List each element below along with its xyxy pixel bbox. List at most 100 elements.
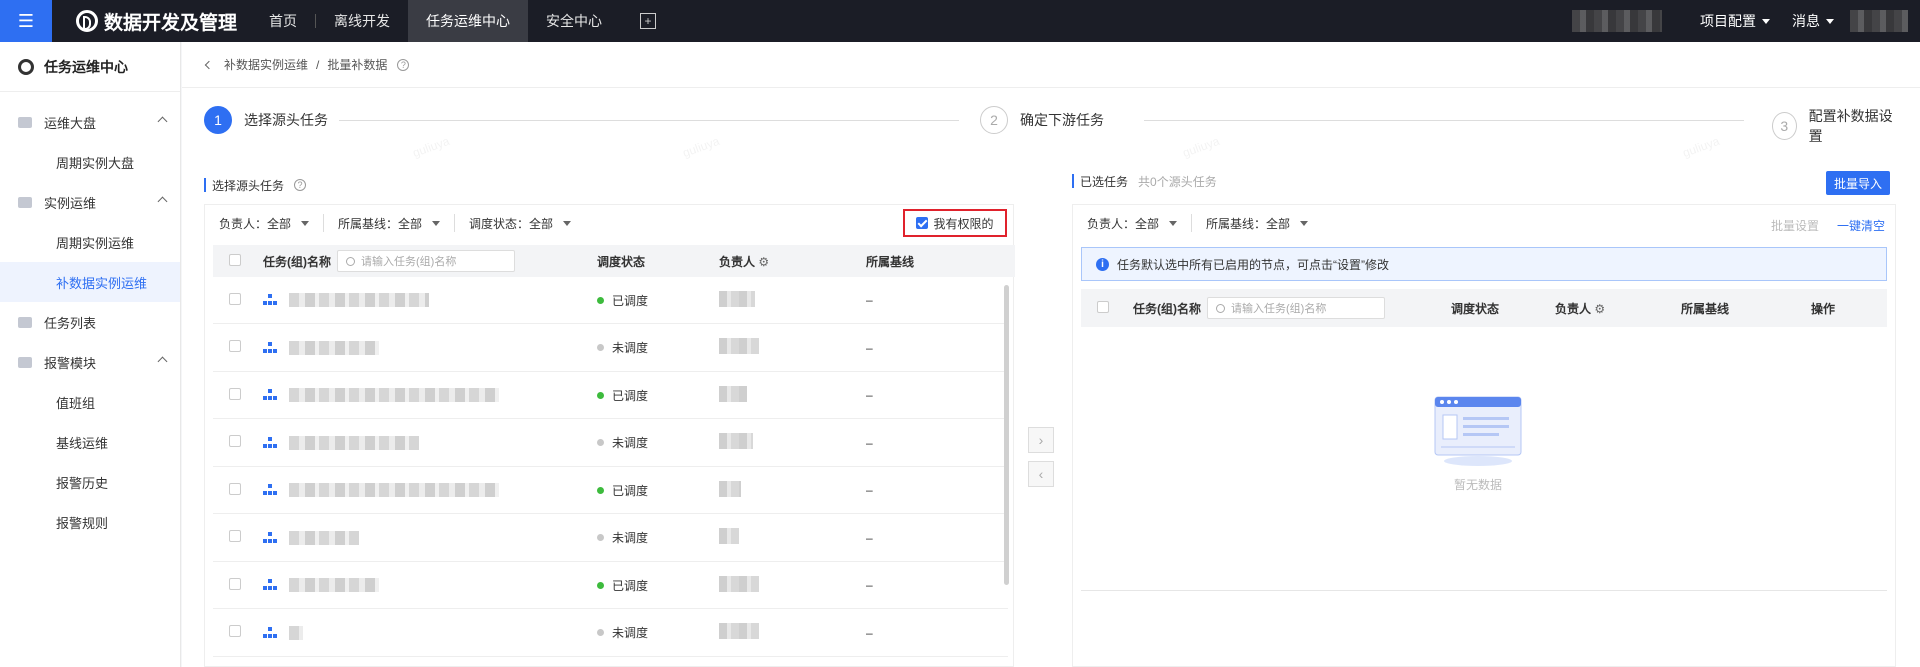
batch-settings-button[interactable]: 批量设置 xyxy=(1771,217,1819,234)
clear-all-button[interactable]: 一键清空 xyxy=(1837,217,1885,234)
sidebar-group-ops-dashboard[interactable]: 运维大盘 xyxy=(0,102,180,142)
top-nav: 首页 离线开发 任务运维中心 安全中心 + xyxy=(251,0,657,42)
nav-home[interactable]: 首页 xyxy=(251,0,315,42)
permission-label: 我有权限的 xyxy=(933,216,994,231)
sidebar-item-cycle-instance-dashboard[interactable]: 周期实例大盘 xyxy=(0,142,180,182)
avatar[interactable] xyxy=(1850,10,1908,32)
blurred-owner xyxy=(719,385,747,402)
row-checkbox[interactable] xyxy=(229,482,241,495)
sidebar-item-alert-history[interactable]: 报警历史 xyxy=(0,462,180,502)
row-checkbox[interactable] xyxy=(229,625,241,637)
sidebar-item-baseline-ops[interactable]: 基线运维 xyxy=(0,422,180,462)
selected-search-input[interactable]: 请输入任务(组)名称 xyxy=(1207,297,1385,319)
step-number: 1 xyxy=(204,106,232,134)
back-arrow-icon[interactable] xyxy=(204,60,214,69)
list-icon xyxy=(18,316,32,328)
nav-offline-dev[interactable]: 离线开发 xyxy=(316,0,408,42)
select-all-checkbox[interactable] xyxy=(229,253,241,266)
blurred-owner xyxy=(719,338,759,354)
search-placeholder: 请输入任务(组)名称 xyxy=(1231,303,1327,315)
blurred-task-name xyxy=(289,530,359,545)
step-label: 选择源头任务 xyxy=(244,112,328,128)
row-checkbox-cell xyxy=(213,530,263,545)
name-header: 任务(组)名称 请输入任务(组)名称 xyxy=(263,250,597,272)
status-text: 已调度 xyxy=(612,483,649,498)
breadcrumb-parent[interactable]: 补数据实例运维 xyxy=(224,56,308,73)
row-checkbox-cell xyxy=(213,577,263,593)
messages-dropdown[interactable]: 消息 xyxy=(1792,11,1834,31)
help-icon[interactable]: ? xyxy=(397,58,410,71)
owner-filter[interactable]: 负责人：全部 xyxy=(1073,215,1191,232)
select-all-checkbox[interactable] xyxy=(1097,300,1109,313)
sidebar-item-backfill-instance-ops[interactable]: 补数据实例运维 xyxy=(0,262,180,302)
help-icon[interactable]: ? xyxy=(294,179,307,191)
sidebar-item-alert-rules[interactable]: 报警规则 xyxy=(0,502,180,542)
table-row[interactable]: 未调度 – xyxy=(213,420,1008,467)
settings-icon[interactable]: ⚙ xyxy=(758,255,769,269)
table-row[interactable]: 未调度 – xyxy=(213,515,1008,562)
add-tab-icon[interactable]: + xyxy=(640,13,657,29)
table-row[interactable]: 未调度 – xyxy=(213,325,1008,372)
scrollbar[interactable] xyxy=(1004,285,1009,585)
step-label: 配置补数据设置 xyxy=(1808,108,1893,144)
nav-task-ops-center[interactable]: 任务运维中心 xyxy=(408,0,529,42)
table-row[interactable]: 已调度 – xyxy=(213,467,1008,514)
sidebar-item-duty-group[interactable]: 值班组 xyxy=(0,382,180,422)
hamburger-icon[interactable]: ☰ xyxy=(0,0,52,42)
breadcrumb: 补数据实例运维 / 批量补数据 ? xyxy=(182,42,1920,88)
row-checkbox[interactable] xyxy=(229,292,241,305)
owner-filter[interactable]: 负责人：全部 xyxy=(205,215,323,232)
schedule-status-filter[interactable]: 调度状态：全部 xyxy=(455,215,585,232)
steps: 1 选择源头任务 2 确定下游任务 3 配置补数据设置 xyxy=(204,106,1894,144)
sidebar-group-task-list[interactable]: 任务列表 xyxy=(0,302,180,342)
blurred-task-name xyxy=(289,388,499,402)
row-checkbox[interactable] xyxy=(229,435,241,447)
batch-import-button[interactable]: 批量导入 xyxy=(1826,171,1890,195)
filter-label: 所属基线：全部 xyxy=(338,216,423,231)
table-row[interactable]: 已调度 – xyxy=(213,562,1008,609)
project-config-dropdown[interactable]: 项目配置 xyxy=(1700,11,1770,31)
settings-icon[interactable]: ⚙ xyxy=(1594,302,1605,316)
owner-header: 负责人 ⚙ xyxy=(1555,300,1681,317)
sidebar-group-instance-ops[interactable]: 实例运维 xyxy=(0,182,180,222)
status-dot xyxy=(597,486,604,494)
breadcrumb-current: 批量补数据 xyxy=(327,58,388,72)
right-actions: 批量设置 一键清空 xyxy=(1771,217,1885,234)
table-row[interactable]: 已调度 – xyxy=(213,277,1008,324)
checkbox-checked[interactable] xyxy=(916,217,929,229)
baseline-filter[interactable]: 所属基线：全部 xyxy=(324,215,454,232)
row-checkbox[interactable] xyxy=(229,340,241,352)
move-right-button[interactable]: › xyxy=(1028,427,1054,453)
empty-text: 暂无数据 xyxy=(1453,478,1502,492)
chevron-down-icon xyxy=(1762,18,1770,24)
baseline-filter[interactable]: 所属基线：全部 xyxy=(1192,215,1322,232)
blurred-task-name xyxy=(289,483,499,497)
source-task-panel: 负责人：全部 所属基线：全部 调度状态：全部 我有权限的 任务(组)名称 请输入… xyxy=(204,204,1015,667)
info-text: 任务默认选中所有已启用的节点，可点击“设置”修改 xyxy=(1117,257,1389,272)
watermark: guliuya xyxy=(1180,133,1222,161)
sidebar-group-alert-module[interactable]: 报警模块 xyxy=(0,342,180,382)
table-row[interactable]: 已调度 – xyxy=(213,372,1008,419)
nav-security-center[interactable]: 安全中心 xyxy=(528,0,620,42)
step-1: 1 选择源头任务 xyxy=(204,106,328,134)
table-row[interactable]: 未调度 – xyxy=(213,610,1008,657)
baseline-cell: – xyxy=(866,483,873,497)
info-icon: i xyxy=(1096,257,1109,271)
info-alert: i 任务默认选中所有已启用的节点，可点击“设置”修改 xyxy=(1081,247,1887,281)
brand[interactable]: 数据开发及管理 xyxy=(76,8,237,35)
row-checkbox[interactable] xyxy=(229,577,241,590)
task-search-input[interactable]: 请输入任务(组)名称 xyxy=(337,250,515,272)
my-permission-checkbox[interactable]: 我有权限的 xyxy=(903,209,1007,237)
row-checkbox[interactable] xyxy=(229,530,241,542)
move-left-button[interactable]: ‹ xyxy=(1028,461,1054,487)
baseline-cell: – xyxy=(866,435,873,450)
blurred-user-info xyxy=(1572,10,1662,32)
chevron-down-icon xyxy=(1169,220,1178,226)
row-checkbox-cell xyxy=(213,387,263,403)
row-checkbox[interactable] xyxy=(229,387,241,400)
owner-cell xyxy=(719,528,866,547)
status-cell: 未调度 xyxy=(597,529,719,546)
sidebar-item-cycle-instance-ops[interactable]: 周期实例运维 xyxy=(0,222,180,262)
task-name-cell xyxy=(263,293,597,307)
empty-state: 暂无数据 xyxy=(1428,395,1528,493)
